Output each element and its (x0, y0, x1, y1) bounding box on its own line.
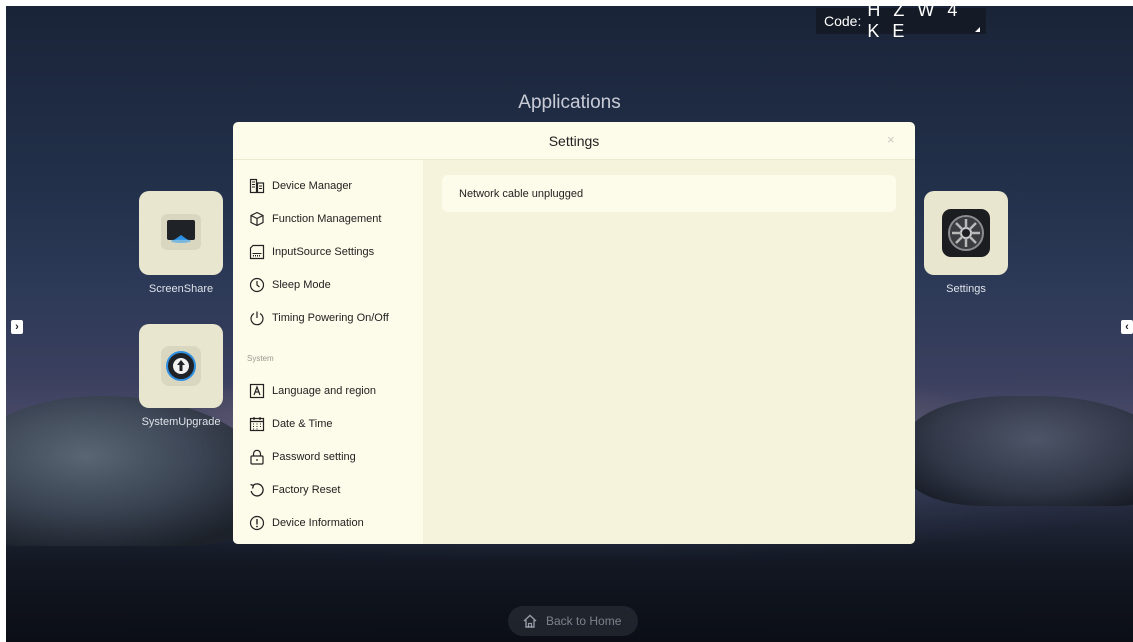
back-to-home-button[interactable]: Back to Home (508, 606, 638, 636)
app-screenshare[interactable]: ScreenShare (139, 191, 223, 295)
code-corner-mark (975, 27, 980, 32)
sidebar-item-timing-powering[interactable]: Timing Powering On/Off (249, 308, 389, 328)
landscape-right (906, 396, 1133, 506)
sidebar-item-label: Language and region (272, 385, 376, 397)
sidebar-item-label: Password setting (272, 451, 356, 463)
sidebar-item-device-information[interactable]: Device Information (249, 513, 364, 533)
language-icon (249, 383, 265, 399)
code-value: H Z W 4 K E (867, 6, 962, 41)
dialog-title: Settings (548, 133, 600, 149)
sidebar-item-function-management[interactable]: Function Management (249, 209, 381, 229)
sidebar-item-label: Device Information (272, 517, 364, 529)
sidebar-item-factory-reset[interactable]: Factory Reset (249, 480, 340, 500)
app-systemupgrade[interactable]: SystemUpgrade (139, 324, 223, 428)
screenshare-tile[interactable] (139, 191, 223, 275)
settings-dialog: Settings × Device Manager Function Manag… (233, 122, 915, 544)
page-prev-arrow[interactable]: ‹ (1121, 320, 1133, 334)
sidebar-item-password-setting[interactable]: Password setting (249, 447, 356, 467)
sidebar-item-label: Sleep Mode (272, 279, 331, 291)
applications-title: Applications (518, 92, 621, 113)
power-icon (250, 311, 264, 326)
back-to-home-label: Back to Home (546, 614, 622, 628)
lock-icon (250, 449, 264, 465)
sidebar-item-label: Function Management (272, 213, 382, 225)
section-label-system: System (247, 354, 274, 363)
app-label: SystemUpgrade (141, 416, 221, 428)
app-label: ScreenShare (148, 283, 214, 295)
home-icon (523, 614, 537, 628)
sidebar-item-sleep-mode[interactable]: Sleep Mode (249, 275, 331, 295)
device-manager-icon (249, 178, 265, 194)
settings-content-panel: Network cable unplugged (423, 160, 915, 544)
sidebar-item-label: Device Manager (272, 180, 353, 192)
app-settings[interactable]: Settings (924, 191, 1008, 295)
sidebar-item-language-region[interactable]: Language and region (249, 381, 376, 401)
reset-icon (250, 483, 264, 497)
settings-sidebar: Device Manager Function Management Input… (233, 160, 423, 544)
sidebar-item-inputsource-settings[interactable]: InputSource Settings (249, 242, 374, 262)
page-next-arrow[interactable]: › (11, 320, 23, 334)
sidebar-item-label: Date & Time (272, 418, 333, 430)
calendar-icon (249, 417, 265, 432)
systemupgrade-tile[interactable] (139, 324, 223, 408)
connection-code: Code: H Z W 4 K E (816, 6, 986, 41)
dialog-header: Settings × (233, 122, 915, 160)
sidebar-item-label: Factory Reset (272, 484, 341, 496)
clock-icon (249, 277, 265, 293)
sidebar-item-label: Timing Powering On/Off (272, 312, 389, 324)
sidebar-item-device-manager[interactable]: Device Manager (249, 176, 352, 196)
cube-icon (250, 211, 264, 227)
code-label: Code: (824, 13, 862, 29)
close-icon[interactable]: × (887, 133, 899, 146)
desktop-background: Code: H Z W 4 K E Applications ScreenSha… (6, 6, 1133, 642)
system-upgrade-icon (161, 346, 201, 386)
info-icon (249, 515, 265, 531)
input-source-icon (249, 244, 265, 260)
sidebar-item-date-time[interactable]: Date & Time (249, 414, 333, 434)
network-status-card: Network cable unplugged (442, 175, 896, 212)
app-label: Settings (946, 283, 986, 295)
sidebar-item-label: InputSource Settings (272, 246, 375, 258)
settings-app-icon (942, 209, 990, 257)
settings-tile[interactable] (924, 191, 1008, 275)
screenshare-icon (161, 214, 201, 250)
